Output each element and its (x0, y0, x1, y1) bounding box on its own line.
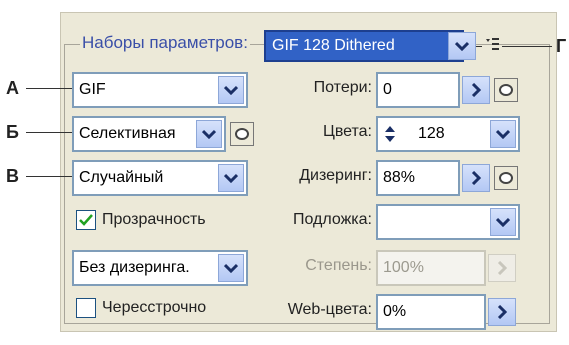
chevron-right-icon (471, 83, 481, 97)
callout-line-v (26, 176, 72, 177)
amount-slider-button (488, 254, 516, 282)
amount-label: Степень: (305, 257, 372, 274)
dither-algorithm-dropdown-button[interactable] (218, 164, 244, 192)
chevron-down-icon (455, 41, 469, 51)
lossy-label: Потери: (313, 79, 372, 96)
preset-dropdown-button[interactable] (448, 32, 476, 60)
palette-dropdown-button[interactable] (196, 120, 222, 148)
chevron-down-icon (224, 173, 238, 183)
callout-a: А (6, 78, 19, 98)
dither-input[interactable]: 88% (376, 160, 460, 196)
chevron-down-icon (224, 263, 238, 273)
palette-mask-button[interactable] (230, 122, 254, 146)
chevron-right-icon (497, 305, 507, 319)
chevron-down-icon (496, 217, 510, 227)
callout-line-g (476, 46, 482, 47)
lossy-slider-button[interactable] (462, 76, 490, 104)
callout-g: Г (556, 36, 567, 56)
panel-menu-icon[interactable] (484, 36, 500, 52)
matte-label: Подложка: (292, 211, 372, 228)
interlaced-checkbox[interactable] (76, 298, 96, 318)
matte-dropdown[interactable] (376, 204, 520, 240)
dither-algorithm-dropdown[interactable]: Случайный (72, 160, 248, 196)
chevron-down-icon (202, 129, 216, 139)
chevron-down-icon (224, 85, 238, 95)
palette-dropdown[interactable]: Селективная (72, 116, 226, 152)
lossy-mask-button[interactable] (494, 78, 518, 102)
chevron-right-icon (471, 171, 481, 185)
transparency-dither-dropdown[interactable]: Без дизеринга. (72, 250, 248, 286)
format-dropdown-button[interactable] (218, 76, 244, 104)
preset-dropdown[interactable]: GIF 128 Dithered (264, 30, 464, 62)
mask-icon (499, 84, 513, 96)
dither-slider-button[interactable] (462, 164, 490, 192)
transparency-checkbox[interactable] (76, 210, 96, 230)
colors-combobox[interactable]: 128 (376, 116, 520, 152)
webcolors-slider-button[interactable] (488, 298, 516, 326)
callout-v: В (6, 166, 19, 186)
chevron-right-icon (497, 261, 507, 275)
interlaced-label: Чересстрочно (102, 299, 207, 316)
dither-label: Дизеринг: (299, 167, 372, 184)
colors-stepper-icon[interactable] (384, 124, 396, 144)
callout-line-b (26, 132, 72, 133)
dither-algorithm-value: Случайный (79, 169, 164, 186)
transparency-label: Прозрачность (102, 211, 206, 228)
preset-legend: Наборы параметров: (80, 30, 250, 56)
webcolors-input[interactable]: 0% (376, 294, 486, 330)
colors-value: 128 (418, 125, 445, 142)
matte-dropdown-button[interactable] (490, 208, 516, 236)
palette-value: Селективная (79, 125, 176, 142)
mask-icon (235, 128, 249, 140)
callout-line-g2 (502, 46, 552, 47)
chevron-down-icon (496, 129, 510, 139)
transparency-dither-value: Без дизеринга. (79, 259, 190, 276)
callout-b: Б (6, 122, 19, 142)
dither-mask-button[interactable] (494, 166, 518, 190)
mask-icon (499, 172, 513, 184)
webcolors-label: Web-цвета: (287, 301, 372, 318)
checkmark-icon (79, 214, 93, 226)
colors-dropdown-button[interactable] (490, 120, 516, 148)
lossy-input[interactable]: 0 (376, 72, 460, 108)
format-dropdown[interactable]: GIF (72, 72, 248, 108)
format-value: GIF (79, 81, 106, 98)
callout-line-a (26, 88, 72, 89)
transparency-dither-dropdown-button[interactable] (218, 254, 244, 282)
amount-input: 100% (376, 250, 486, 286)
colors-label: Цвета: (322, 123, 372, 140)
